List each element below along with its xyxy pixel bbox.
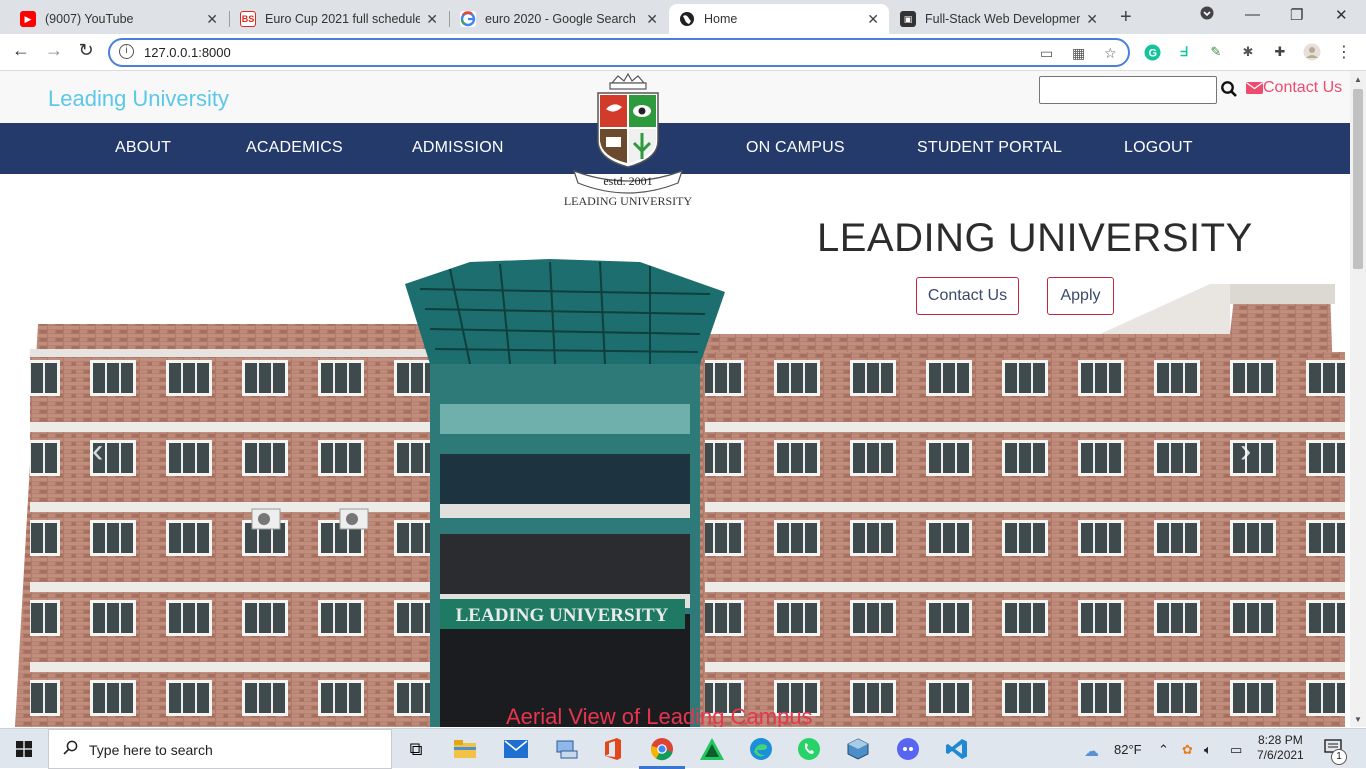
- hero-carousel: LEADING UNIVERSITY ‹ › LEADING UNIVERSIT…: [0, 174, 1350, 727]
- new-tab-button[interactable]: +: [1120, 6, 1132, 29]
- page-scrollbar[interactable]: ▲ ▼: [1350, 71, 1366, 727]
- nav-admission[interactable]: ADMISSION: [412, 139, 504, 157]
- forward-icon[interactable]: →: [42, 40, 66, 61]
- site-search-input[interactable]: [1039, 76, 1217, 104]
- address-bar[interactable]: i 127.0.0.1:8000 ▭ ▦ ☆: [108, 38, 1130, 67]
- extension-arrow-icon[interactable]: ᖵ: [1175, 43, 1193, 61]
- scrollbar-thumb[interactable]: [1353, 89, 1363, 269]
- eyedropper-icon[interactable]: ✎: [1207, 43, 1225, 61]
- tab-search-icon[interactable]: [1200, 6, 1214, 24]
- back-icon[interactable]: ←: [9, 40, 33, 61]
- discord-icon[interactable]: [896, 737, 920, 761]
- profile-avatar[interactable]: [1303, 43, 1321, 61]
- reload-icon[interactable]: ↻: [74, 40, 98, 61]
- scroll-up-icon[interactable]: ▲: [1354, 75, 1362, 84]
- nav-student-portal[interactable]: STUDENT PORTAL: [917, 139, 1062, 157]
- svg-text:G: G: [1148, 47, 1157, 59]
- hero-title: LEADING UNIVERSITY: [817, 216, 1253, 260]
- tab-title: Home: [704, 12, 738, 26]
- cast-icon[interactable]: ▭: [1040, 45, 1053, 62]
- close-icon[interactable]: ✕: [426, 11, 438, 28]
- bs-icon: BS: [240, 11, 256, 27]
- edge-icon[interactable]: [749, 737, 773, 761]
- info-icon[interactable]: i: [119, 44, 134, 59]
- hero-apply-button[interactable]: Apply: [1047, 277, 1114, 315]
- window-close-icon[interactable]: ✕: [1335, 6, 1348, 24]
- tab-youtube[interactable]: ▶ (9007) YouTube ✕: [10, 4, 228, 34]
- task-view-icon[interactable]: ⧉: [404, 737, 428, 761]
- carousel-prev-icon[interactable]: ‹: [92, 432, 103, 471]
- network-icon[interactable]: ▭: [1230, 742, 1242, 758]
- nav-academics[interactable]: ACADEMICS: [246, 139, 343, 157]
- carousel-next-icon[interactable]: ›: [1240, 432, 1251, 471]
- tab-full-stack[interactable]: ▣ Full-Stack Web Development ✕: [890, 4, 1108, 34]
- tab-title: euro 2020 - Google Search: [485, 12, 636, 26]
- close-icon[interactable]: ✕: [646, 11, 658, 28]
- envelope-icon: [1246, 82, 1263, 94]
- weather-icon[interactable]: ☁: [1084, 742, 1099, 760]
- header-contact-link[interactable]: Contact Us: [1246, 79, 1342, 97]
- system-clock[interactable]: 8:28 PM 7/6/2021: [1257, 733, 1304, 763]
- logo-name-text: LEADING UNIVERSITY: [564, 194, 693, 208]
- minimize-icon[interactable]: —: [1245, 6, 1260, 23]
- taskbar-search-placeholder: Type here to search: [89, 742, 213, 758]
- weather-temperature[interactable]: 82°F: [1114, 742, 1142, 757]
- header-contact-label: Contact Us: [1263, 79, 1343, 96]
- tab-title: Full-Stack Web Development: [925, 12, 1081, 26]
- nav-about[interactable]: ABOUT: [115, 139, 171, 157]
- windows-update-icon[interactable]: [555, 737, 579, 761]
- browser-tab-strip: ▶ (9007) YouTube ✕ BS Euro Cup 2021 full…: [0, 0, 1366, 34]
- puzzle-icon[interactable]: ✚: [1271, 43, 1289, 61]
- tab-google-search[interactable]: euro 2020 - Google Search ✕: [450, 4, 668, 34]
- clock-date: 7/6/2021: [1257, 748, 1304, 762]
- globe-icon: [679, 11, 695, 27]
- whatsapp-icon[interactable]: [797, 737, 821, 761]
- tray-expand-icon[interactable]: ⌃: [1158, 742, 1169, 758]
- carousel-caption: Aerial View of Leading Campus: [506, 704, 813, 727]
- scroll-down-icon[interactable]: ▼: [1354, 715, 1362, 724]
- file-explorer-icon[interactable]: [453, 737, 477, 761]
- tab-title: (9007) YouTube: [45, 12, 134, 26]
- search-icon[interactable]: [1220, 80, 1238, 98]
- clock-time: 8:28 PM: [1258, 733, 1303, 747]
- google-icon: [460, 11, 476, 27]
- tray-app-icon[interactable]: ✿: [1182, 742, 1193, 758]
- mail-icon[interactable]: [504, 737, 528, 761]
- chrome-icon[interactable]: [650, 737, 674, 761]
- windows-start-icon[interactable]: [16, 741, 32, 757]
- taskbar-search-box[interactable]: Type here to search: [48, 729, 392, 769]
- url-text[interactable]: 127.0.0.1:8000: [144, 45, 231, 60]
- notification-badge: 1: [1331, 749, 1347, 765]
- close-icon[interactable]: ✕: [206, 11, 218, 28]
- nav-on-campus[interactable]: ON CAMPUS: [746, 139, 845, 157]
- windows-taskbar: Type here to search ⧉ ☁ 82°F ⌃ ✿ 🔈︎ ▭ 8:…: [0, 728, 1366, 769]
- bug-icon[interactable]: ✱: [1239, 43, 1257, 61]
- office-icon[interactable]: [601, 737, 625, 761]
- virtualbox-icon[interactable]: [846, 737, 870, 761]
- nav-logout[interactable]: LOGOUT: [1124, 139, 1193, 157]
- pycharm-icon[interactable]: [700, 737, 724, 761]
- web-page: Leading University Contact Us ABOUT ACAD…: [0, 71, 1350, 727]
- building-sign-text: LEADING UNIVERSITY: [456, 605, 669, 626]
- close-icon[interactable]: ✕: [1086, 11, 1098, 28]
- university-logo[interactable]: estd. 2001 LEADING UNIVERSITY: [562, 71, 694, 211]
- grammarly-icon[interactable]: G: [1143, 43, 1161, 61]
- search-icon: [63, 740, 78, 755]
- course-icon: ▣: [900, 11, 916, 27]
- tab-euro-cup[interactable]: BS Euro Cup 2021 full schedule, ✕: [230, 4, 448, 34]
- restore-icon[interactable]: ❐: [1290, 6, 1303, 24]
- tab-home[interactable]: Home ✕: [669, 4, 889, 34]
- site-brand-link[interactable]: Leading University: [48, 86, 229, 112]
- tab-title: Euro Cup 2021 full schedule,: [265, 12, 421, 26]
- logo-estd-text: estd. 2001: [603, 174, 652, 188]
- menu-kebab-icon[interactable]: ⋮: [1335, 43, 1353, 61]
- youtube-icon: ▶: [20, 11, 36, 27]
- browser-toolbar: ← → ↻ i 127.0.0.1:8000 ▭ ▦ ☆ G ᖵ ✎ ✱ ✚ ⋮: [0, 34, 1366, 71]
- qr-code-icon[interactable]: ▦: [1072, 45, 1085, 62]
- bookmark-star-icon[interactable]: ☆: [1104, 45, 1117, 62]
- close-icon[interactable]: ✕: [867, 11, 879, 28]
- vscode-icon[interactable]: [945, 737, 969, 761]
- speaker-icon[interactable]: 🔈︎: [1204, 742, 1212, 758]
- hero-contact-button[interactable]: Contact Us: [916, 277, 1019, 315]
